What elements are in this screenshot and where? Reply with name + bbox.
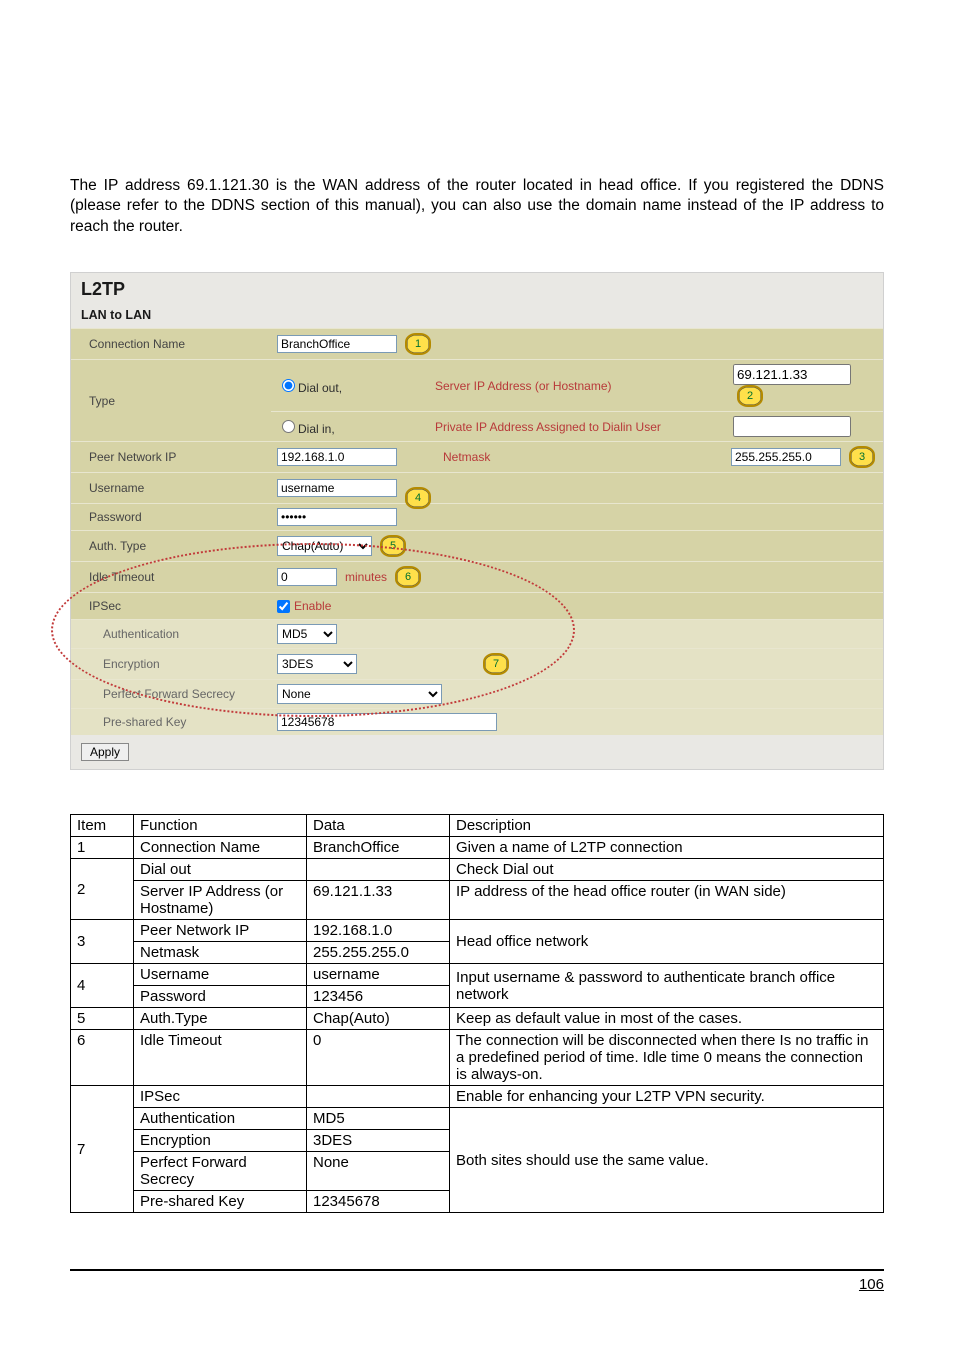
idle-timeout-input[interactable] [277,568,337,586]
callout-1: 1 [405,333,431,355]
footer-rule [70,1269,884,1271]
table-row: 1 Connection Name BranchOffice Given a n… [71,837,884,859]
ref-h-desc: Description [450,815,884,837]
type-label: Type [71,359,271,441]
auth-type-select[interactable]: Chap(Auto) [277,536,372,556]
ipsec-enable-checkbox[interactable]: Enable [277,599,331,613]
ref-h-function: Function [134,815,307,837]
table-row: 7 IPSec Enable for enhancing your L2TP V… [71,1086,884,1108]
ref-h-data: Data [307,815,450,837]
netmask-label: Netmask [443,450,723,464]
psk-label: Pre-shared Key [71,708,271,735]
pfs-label: Perfect Forward Secrecy [71,679,271,708]
ipsec-label: IPSec [71,592,271,619]
private-ip-input[interactable] [733,416,851,437]
dial-in-label: Dial in, [298,422,335,436]
dial-out-radio[interactable]: Dial out, [277,376,342,395]
peer-network-input[interactable] [277,448,397,466]
encryption-label: Encryption [71,648,271,679]
page-number: 106 [859,1276,884,1293]
intro-paragraph: The IP address 69.1.121.30 is the WAN ad… [70,176,884,239]
connection-name-input[interactable] [277,335,397,353]
netmask-input[interactable] [731,448,841,466]
panel-title: L2TP [71,273,883,304]
username-input[interactable] [277,479,397,497]
table-row: 4 Username username Input username & pas… [71,964,884,986]
idle-unit: minutes [345,570,387,584]
idle-timeout-label: Idle Timeout [71,561,271,592]
panel-subtitle: LAN to LAN [71,304,883,328]
server-ip-input[interactable] [733,364,851,385]
table-row: 5 Auth.Type Chap(Auto) Keep as default v… [71,1008,884,1030]
table-row: Server IP Address (or Hostname) 69.121.1… [71,881,884,920]
connection-name-label: Connection Name [71,328,271,359]
encryption-select[interactable]: 3DES [277,654,357,674]
password-input[interactable] [277,508,397,526]
apply-button[interactable]: Apply [81,743,129,761]
callout-7: 7 [483,653,509,675]
pfs-select[interactable]: None [277,684,442,704]
callout-4: 4 [405,487,431,509]
callout-3: 3 [849,446,875,468]
ref-h-item: Item [71,815,134,837]
table-row: Authentication MD5 Both sites should use… [71,1108,884,1130]
username-label: Username [71,472,271,503]
table-row: 2 Dial out Check Dial out [71,859,884,881]
table-row: 6 Idle Timeout 0 The connection will be … [71,1030,884,1086]
authentication-label: Authentication [71,619,271,648]
peer-network-label: Peer Network IP [71,441,271,472]
table-row: 3 Peer Network IP 192.168.1.0 Head offic… [71,920,884,942]
auth-type-label: Auth. Type [71,530,271,561]
private-ip-label: Private IP Address Assigned to Dialin Us… [435,420,725,434]
psk-input[interactable] [277,713,497,731]
callout-5: 5 [380,535,406,557]
server-ip-label: Server IP Address (or Hostname) [435,379,725,393]
authentication-select[interactable]: MD5 [277,624,337,644]
dial-out-label: Dial out, [298,381,342,395]
reference-table: Item Function Data Description 1 Connect… [70,814,884,1213]
password-label: Password [71,503,271,530]
l2tp-panel: L2TP LAN to LAN Connection Name 1 Type D… [70,272,884,770]
dial-in-radio[interactable]: Dial in, [277,417,335,436]
callout-2: 2 [737,385,763,407]
ipsec-enable-label: Enable [294,599,331,613]
callout-6: 6 [395,566,421,588]
